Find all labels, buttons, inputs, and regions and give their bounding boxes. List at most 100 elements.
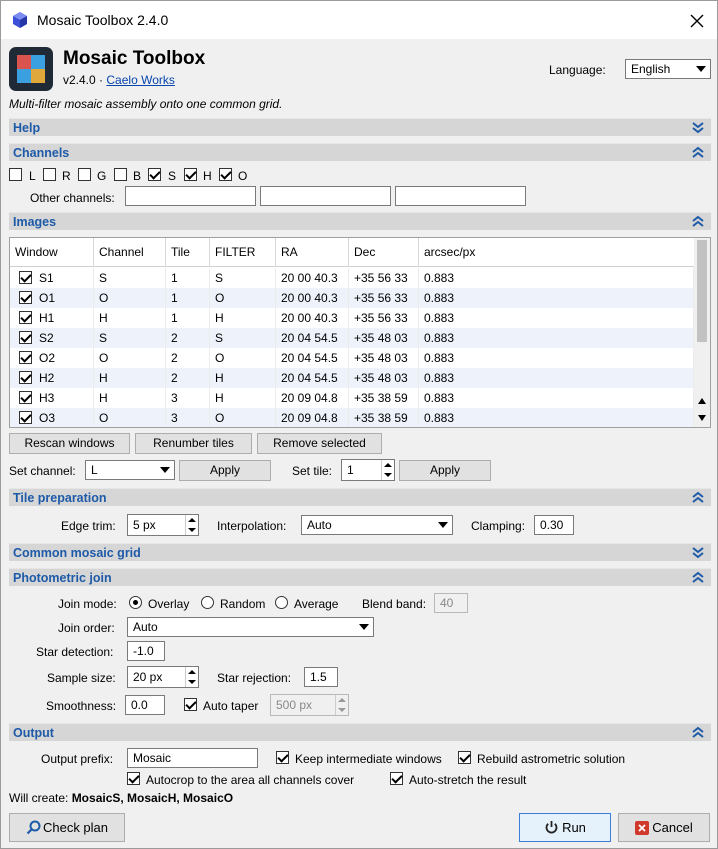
apply-tile-button[interactable]: Apply xyxy=(399,460,491,481)
stepper-up-icon[interactable] xyxy=(335,695,348,705)
join-mode-average-radio[interactable] xyxy=(275,596,288,609)
other-channel-field-2[interactable] xyxy=(260,186,391,206)
close-button[interactable] xyxy=(677,1,717,39)
table-row[interactable]: H2 H 2 H 20 04 54.5 +35 48 03 0.883 xyxy=(10,368,694,388)
collapse-icon[interactable] xyxy=(691,725,705,739)
collapse-icon[interactable] xyxy=(691,490,705,504)
set-channel-select[interactable]: L xyxy=(85,460,175,480)
run-button[interactable]: Run xyxy=(519,813,611,842)
column-header-channel[interactable]: Channel xyxy=(94,238,166,267)
join-mode-random-radio[interactable] xyxy=(201,596,214,609)
cell-window-text: H2 xyxy=(39,371,55,385)
language-value: English xyxy=(631,62,671,76)
section-photometric-join[interactable]: Photometric join xyxy=(9,568,711,586)
apply-channel-button[interactable]: Apply xyxy=(179,460,271,481)
table-row[interactable]: H3 H 3 H 20 09 04.8 +35 38 59 0.883 xyxy=(10,388,694,408)
column-header-scale[interactable]: arcsec/px xyxy=(419,238,694,267)
author-link[interactable]: Caelo Works xyxy=(106,73,174,87)
column-header-tile[interactable]: Tile xyxy=(166,238,210,267)
autocrop-checkbox[interactable] xyxy=(127,772,140,785)
language-select[interactable]: English xyxy=(625,59,711,79)
output-prefix-field[interactable]: Mosaic xyxy=(127,748,258,768)
expand-icon[interactable] xyxy=(691,545,705,559)
other-channel-field-1[interactable] xyxy=(125,186,256,206)
renumber-tiles-button[interactable]: Renumber tiles xyxy=(135,433,252,454)
section-channels[interactable]: Channels xyxy=(9,143,711,161)
star-detection-field[interactable]: -1.0 xyxy=(127,641,165,661)
cancel-button[interactable]: Cancel xyxy=(618,813,710,842)
clamping-field[interactable]: 0.30 xyxy=(534,515,574,535)
autostretch-checkbox[interactable] xyxy=(390,772,403,785)
scroll-up-icon[interactable] xyxy=(698,398,706,404)
table-row[interactable]: S1 S 1 S 20 00 40.3 +35 56 33 0.883 xyxy=(10,268,694,288)
row-select-checkbox[interactable] xyxy=(19,331,32,344)
row-select-checkbox[interactable] xyxy=(19,291,32,304)
join-order-label: Join order: xyxy=(58,621,115,635)
collapse-icon[interactable] xyxy=(691,570,705,584)
table-row[interactable]: O2 O 2 O 20 04 54.5 +35 48 03 0.883 xyxy=(10,348,694,368)
collapse-icon[interactable] xyxy=(691,214,705,228)
table-row[interactable]: O1 O 1 O 20 00 40.3 +35 56 33 0.883 xyxy=(10,288,694,308)
channel-b-checkbox[interactable] xyxy=(114,168,127,181)
stepper-down-icon[interactable] xyxy=(185,677,198,687)
remove-selected-button[interactable]: Remove selected xyxy=(257,433,382,454)
rebuild-astrometric-checkbox[interactable] xyxy=(458,751,471,764)
blend-band-field[interactable]: 40 xyxy=(434,593,468,613)
channel-g-checkbox[interactable] xyxy=(78,168,91,181)
section-help[interactable]: Help xyxy=(9,118,711,136)
images-table[interactable]: Window Channel Tile FILTER RA Dec arcsec… xyxy=(9,237,711,428)
column-header-dec[interactable]: Dec xyxy=(349,238,419,267)
row-select-checkbox[interactable] xyxy=(19,351,32,364)
column-header-ra[interactable]: RA xyxy=(276,238,349,267)
set-tile-stepper[interactable]: 1 xyxy=(341,459,395,481)
table-row[interactable]: S2 S 2 S 20 04 54.5 +35 48 03 0.883 xyxy=(10,328,694,348)
column-header-filter[interactable]: FILTER xyxy=(210,238,276,267)
join-order-select[interactable]: Auto xyxy=(127,617,374,637)
table-row[interactable]: H1 H 1 H 20 00 40.3 +35 56 33 0.883 xyxy=(10,308,694,328)
edge-trim-value: 5 px xyxy=(133,518,156,532)
section-tile-preparation[interactable]: Tile preparation xyxy=(9,488,711,506)
stepper-up-icon[interactable] xyxy=(381,460,394,470)
stepper-up-icon[interactable] xyxy=(185,515,198,525)
row-select-checkbox[interactable] xyxy=(19,271,32,284)
channel-s-checkbox[interactable] xyxy=(148,168,161,181)
row-select-checkbox[interactable] xyxy=(19,311,32,324)
stepper-up-icon[interactable] xyxy=(185,667,198,677)
scrollbar-thumb[interactable] xyxy=(697,240,707,342)
rescan-windows-button[interactable]: Rescan windows xyxy=(9,433,130,454)
table-row[interactable]: O3 O 3 O 20 09 04.8 +35 38 59 0.883 xyxy=(10,408,694,427)
autostretch-label: Auto-stretch the result xyxy=(409,773,527,787)
stepper-down-icon[interactable] xyxy=(185,525,198,535)
auto-taper-stepper[interactable]: 500 px xyxy=(270,694,349,716)
cell-scale: 0.883 xyxy=(419,308,694,328)
section-common-grid[interactable]: Common mosaic grid xyxy=(9,543,711,561)
row-select-checkbox[interactable] xyxy=(19,391,32,404)
keep-intermediate-checkbox[interactable] xyxy=(276,751,289,764)
channel-l-checkbox[interactable] xyxy=(9,168,22,181)
stepper-down-icon[interactable] xyxy=(335,705,348,715)
edge-trim-stepper[interactable]: 5 px xyxy=(127,514,199,536)
row-select-checkbox[interactable] xyxy=(19,371,32,384)
table-scrollbar[interactable] xyxy=(694,238,710,427)
autocrop-label: Autocrop to the area all channels cover xyxy=(146,773,355,787)
section-output[interactable]: Output xyxy=(9,723,711,741)
section-title: Channels xyxy=(13,146,70,160)
check-plan-button[interactable]: Check plan xyxy=(9,813,125,842)
expand-icon[interactable] xyxy=(691,120,705,134)
section-images[interactable]: Images xyxy=(9,212,711,230)
channel-r-checkbox[interactable] xyxy=(43,168,56,181)
smoothness-field[interactable]: 0.0 xyxy=(125,695,165,715)
stepper-down-icon[interactable] xyxy=(381,470,394,480)
interpolation-select[interactable]: Auto xyxy=(301,515,453,535)
join-mode-overlay-radio[interactable] xyxy=(129,596,142,609)
scroll-down-icon[interactable] xyxy=(698,415,706,421)
star-rejection-field[interactable]: 1.5 xyxy=(304,667,338,687)
auto-taper-checkbox[interactable] xyxy=(184,698,197,711)
channel-o-checkbox[interactable] xyxy=(219,168,232,181)
other-channel-field-3[interactable] xyxy=(395,186,526,206)
row-select-checkbox[interactable] xyxy=(19,411,32,424)
column-header-window[interactable]: Window xyxy=(10,238,94,267)
collapse-icon[interactable] xyxy=(691,145,705,159)
channel-h-checkbox[interactable] xyxy=(184,168,197,181)
sample-size-stepper[interactable]: 20 px xyxy=(127,666,199,688)
